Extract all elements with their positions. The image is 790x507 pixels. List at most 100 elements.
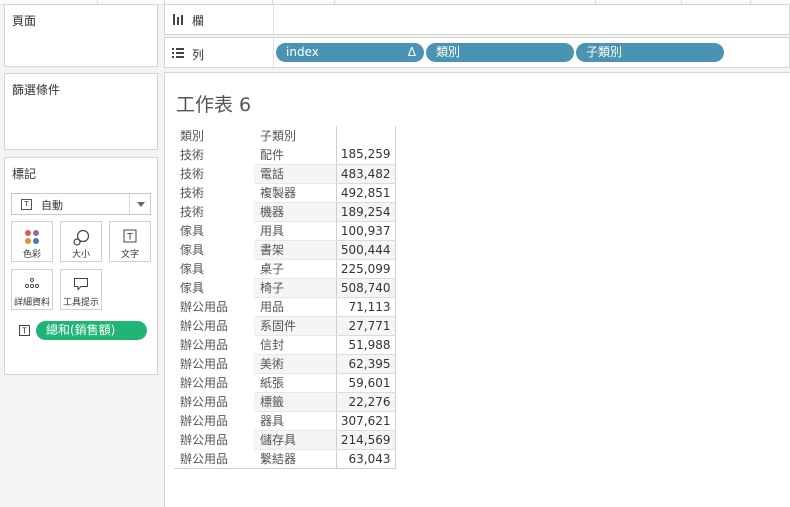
row-sales-value[interactable]: 22,276 — [335, 392, 396, 412]
row-sales-value[interactable]: 63,043 — [335, 449, 396, 469]
filters-card-title: 篩選條件 — [12, 83, 61, 97]
row-sales-value[interactable]: 51,988 — [335, 335, 396, 355]
row-category[interactable]: 辦公用品 — [174, 297, 254, 316]
pages-card[interactable]: 頁面 — [4, 4, 158, 67]
row-category[interactable]: 辦公用品 — [174, 335, 254, 354]
text-mark-icon: T — [21, 199, 32, 210]
row-sales-value[interactable]: 508,740 — [335, 278, 396, 298]
row-sales-value[interactable]: 71,113 — [335, 297, 396, 317]
table-row: 技術 電話 483,482 — [174, 164, 396, 184]
table-row: 辦公用品 儲存具 214,569 — [174, 430, 396, 450]
columns-icon — [173, 14, 183, 25]
row-category[interactable]: 傢具 — [174, 278, 254, 297]
header-category[interactable]: 類別 — [174, 126, 254, 145]
svg-text:T: T — [126, 233, 133, 243]
row-sales-value[interactable]: 100,937 — [335, 221, 396, 241]
row-sales-value[interactable]: 307,621 — [335, 411, 396, 431]
row-category[interactable]: 辦公用品 — [174, 316, 254, 335]
row-sales-value[interactable]: 189,254 — [335, 202, 396, 222]
size-icon — [73, 229, 90, 246]
row-subcategory[interactable]: 複製器 — [254, 183, 336, 203]
table-row: 辦公用品 繫結器 63,043 — [174, 449, 396, 469]
table-row: 辦公用品 紙張 59,601 — [174, 373, 396, 393]
delta-icon: Δ — [407, 45, 416, 59]
row-sales-value[interactable]: 225,099 — [335, 259, 396, 279]
category-pill[interactable]: 類別 — [426, 43, 574, 62]
row-subcategory[interactable]: 椅子 — [254, 278, 336, 298]
rows-icon — [172, 48, 184, 58]
row-subcategory[interactable]: 儲存具 — [254, 430, 336, 450]
row-subcategory[interactable]: 信封 — [254, 335, 336, 355]
row-sales-value[interactable]: 27,771 — [335, 316, 396, 336]
subcategory-pill[interactable]: 子類別 — [576, 43, 724, 62]
columns-shelf: 欄 — [164, 4, 790, 35]
row-subcategory[interactable]: 標籤 — [254, 392, 336, 412]
marks-card: 標記 — [4, 157, 158, 375]
tooltip-button[interactable]: 工具提示 — [60, 269, 102, 310]
size-button[interactable]: 大小 — [60, 221, 102, 262]
worksheet-view: 工作表 6 類別 子類別 技術 配件 185,259 技術 電話 483,482 技術 複製器… — [164, 72, 790, 507]
index-pill-label: index — [286, 45, 319, 59]
marks-card-title: 標記 — [12, 167, 37, 181]
category-pill-label: 類別 — [436, 45, 461, 59]
row-sales-value[interactable]: 62,395 — [335, 354, 396, 374]
row-sales-value[interactable]: 500,444 — [335, 240, 396, 260]
sheet-title[interactable]: 工作表 6 — [176, 90, 251, 117]
row-category[interactable]: 技術 — [174, 202, 254, 221]
mark-type-label: 自動 — [41, 199, 63, 212]
row-category[interactable]: 辦公用品 — [174, 392, 254, 411]
pages-card-title: 頁面 — [12, 14, 37, 28]
filters-card[interactable]: 篩選條件 — [4, 73, 158, 150]
text-button-label: 文字 — [120, 250, 139, 260]
header-subcategory[interactable]: 子類別 — [254, 126, 336, 145]
rows-shelf-label: 列 — [192, 48, 205, 62]
row-sales-value[interactable]: 185,259 — [335, 145, 396, 165]
row-subcategory[interactable]: 桌子 — [254, 259, 336, 279]
row-category[interactable]: 技術 — [174, 164, 254, 183]
row-category[interactable]: 傢具 — [174, 259, 254, 278]
table-row: 辦公用品 器具 307,621 — [174, 411, 396, 431]
row-category[interactable]: 傢具 — [174, 240, 254, 259]
row-subcategory[interactable]: 電話 — [254, 164, 336, 184]
row-subcategory[interactable]: 用具 — [254, 221, 336, 241]
row-subcategory[interactable]: 器具 — [254, 411, 336, 431]
row-category[interactable]: 辦公用品 — [174, 373, 254, 392]
row-sales-value[interactable]: 214,569 — [335, 430, 396, 450]
chevron-down-icon — [137, 202, 145, 207]
detail-button[interactable]: 詳細資料 — [11, 269, 53, 310]
row-category[interactable]: 辦公用品 — [174, 449, 254, 469]
color-button[interactable]: 色彩 — [11, 221, 53, 262]
row-subcategory[interactable]: 配件 — [254, 145, 336, 165]
row-category[interactable]: 辦公用品 — [174, 411, 254, 430]
row-sales-value[interactable]: 492,851 — [335, 183, 396, 203]
row-subcategory[interactable]: 紙張 — [254, 373, 336, 393]
index-pill[interactable]: index Δ — [276, 43, 424, 62]
table-row: 辦公用品 信封 51,988 — [174, 335, 396, 355]
row-category[interactable]: 傢具 — [174, 221, 254, 240]
row-category[interactable]: 辦公用品 — [174, 354, 254, 373]
row-sales-value[interactable]: 59,601 — [335, 373, 396, 393]
row-subcategory[interactable]: 系固件 — [254, 316, 336, 336]
row-category[interactable]: 辦公用品 — [174, 430, 254, 449]
row-subcategory[interactable]: 書架 — [254, 240, 336, 260]
row-subcategory[interactable]: 用品 — [254, 297, 336, 317]
text-encoding-icon: T — [19, 325, 30, 336]
size-button-label: 大小 — [71, 250, 90, 260]
columns-drop-area[interactable] — [273, 5, 790, 34]
text-button[interactable]: T 文字 — [109, 221, 151, 262]
row-category[interactable]: 技術 — [174, 145, 254, 164]
table-row: 傢具 書架 500,444 — [174, 240, 396, 260]
row-subcategory[interactable]: 繫結器 — [254, 449, 336, 469]
mark-type-dropdown[interactable]: T 自動 — [11, 193, 151, 215]
table-row: 辦公用品 用品 71,113 — [174, 297, 396, 317]
subcategory-pill-label: 子類別 — [586, 45, 623, 59]
row-sales-value[interactable]: 483,482 — [335, 164, 396, 184]
row-subcategory[interactable]: 機器 — [254, 202, 336, 222]
row-category[interactable]: 技術 — [174, 183, 254, 202]
sum-sales-pill-label: 總和(銷售額) — [46, 323, 116, 337]
table-row: 傢具 桌子 225,099 — [174, 259, 396, 279]
table-row: 技術 複製器 492,851 — [174, 183, 396, 203]
row-subcategory[interactable]: 美術 — [254, 354, 336, 374]
columns-shelf-label: 欄 — [192, 14, 205, 28]
sum-sales-pill[interactable]: 總和(銷售額) — [36, 321, 147, 340]
